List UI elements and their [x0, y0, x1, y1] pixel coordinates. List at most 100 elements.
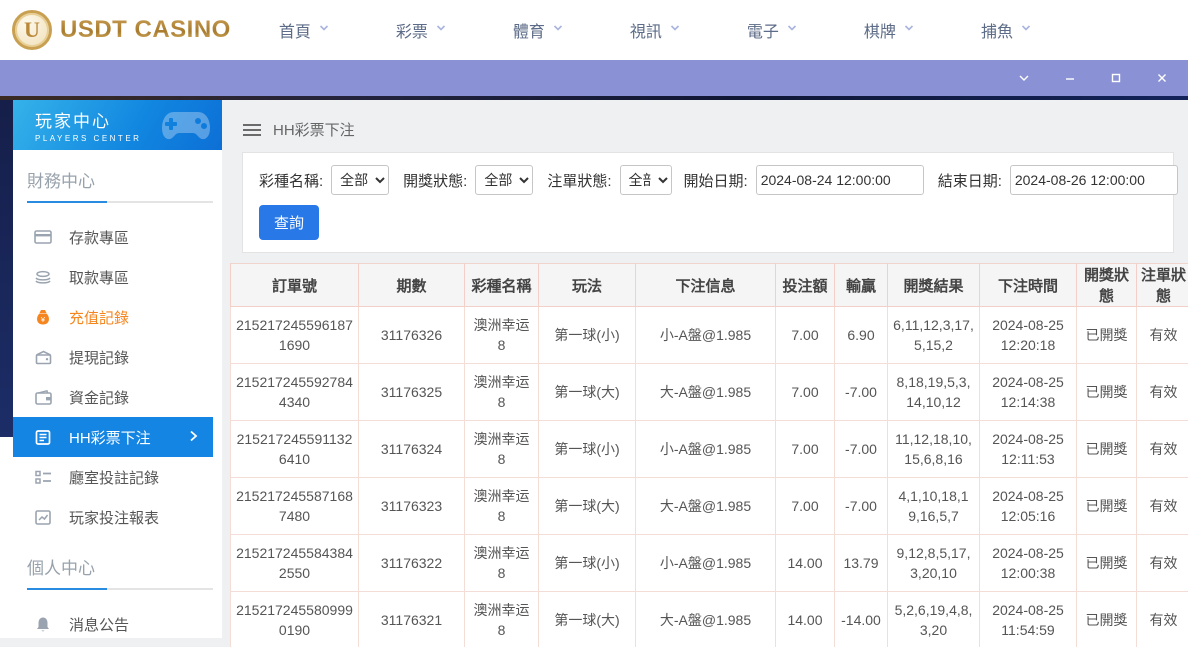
draw-status-label: 開獎狀態:: [403, 172, 468, 190]
nav-item-label: 棋牌: [863, 24, 896, 41]
column-header: 下注時間: [979, 263, 1077, 307]
table-cell: 第一球(小): [538, 534, 636, 592]
main-menu: 首頁 彩票 體育 視訊 電子 棋牌 捕魚: [279, 18, 1032, 42]
lottery-bets-icon: [34, 428, 52, 446]
table-cell: 31176322: [358, 534, 465, 592]
table-cell: 31176323: [358, 477, 465, 535]
table-cell: 11,12,18,10,15,6,8,16: [887, 420, 980, 478]
bet-status-select[interactable]: 全部: [619, 165, 672, 195]
nav-item-5[interactable]: 棋牌: [864, 18, 915, 42]
chevron-down-icon[interactable]: [1016, 70, 1032, 86]
table-cell: 已開獎: [1076, 534, 1137, 592]
sidebar-item-bell[interactable]: 消息公告: [13, 604, 213, 644]
nav-item-4[interactable]: 電子: [747, 18, 798, 42]
page-title: HH彩票下注: [273, 122, 355, 139]
report-icon: [34, 508, 52, 526]
sidebar-item-label: 廳室投註記錄: [69, 469, 160, 487]
table-cell: 5,2,6,19,4,8,3,20: [887, 591, 980, 647]
column-header: 開獎結果: [887, 263, 980, 307]
column-header: 期數: [358, 263, 465, 307]
nav-item-6[interactable]: 捕魚: [981, 18, 1032, 42]
column-header: 下注信息: [635, 263, 776, 307]
search-button[interactable]: 查詢: [259, 205, 320, 240]
column-header: 開獎狀態: [1076, 263, 1137, 307]
table-cell: 澳洲幸运8: [464, 363, 539, 421]
room-bets-icon: [34, 468, 52, 486]
table-cell: 2152172455927844340: [230, 363, 359, 421]
window-titlebar: [0, 60, 1188, 96]
maximize-icon[interactable]: [1108, 70, 1124, 86]
logo-badge-icon: U: [12, 10, 52, 50]
table-cell: 31176321: [358, 591, 465, 647]
sidebar-item-label: 存款專區: [69, 229, 130, 247]
start-date-input[interactable]: [755, 165, 924, 195]
table-cell: 大-A盤@1.985: [635, 363, 776, 421]
sidebar-item-lottery-bets[interactable]: HH彩票下注: [13, 417, 213, 457]
table-cell: 有效: [1136, 591, 1188, 647]
table-row: 2152172455871687480 31176323 澳洲幸运8 第一球(大) 大-…: [230, 477, 1188, 535]
chevron-down-icon: [903, 21, 915, 39]
minimize-icon[interactable]: [1062, 70, 1078, 86]
bets-table-container: 訂單號 期數 彩種名稱 玩法 下注信息 投注額 輸贏 開獎結果 下注時間 開獎狀態 注單狀態 215…: [230, 263, 1188, 647]
column-header: 輸贏: [834, 263, 888, 307]
sidebar-item-room-bets[interactable]: 廳室投註記錄: [13, 457, 213, 497]
sidebar-item-withdrawal-record[interactable]: 提現記錄: [13, 337, 213, 377]
table-cell: 第一球(大): [538, 363, 636, 421]
site-logo: U USDT CASINO: [12, 10, 231, 50]
end-date-input[interactable]: [1009, 165, 1178, 195]
table-cell: 第一球(小): [538, 306, 636, 364]
table-cell: 31176326: [358, 306, 465, 364]
table-cell: 6,11,12,3,17,5,15,2: [887, 306, 980, 364]
logo-text: USDT CASINO: [60, 16, 231, 43]
gamepad-icon: [160, 106, 212, 149]
sidebar-item-label: 提現記錄: [69, 349, 130, 367]
table-cell: 7.00: [775, 363, 835, 421]
hamburger-menu-icon[interactable]: [243, 123, 261, 136]
breadcrumb: HH彩票下注: [222, 100, 1188, 144]
chevron-down-icon: [786, 21, 798, 39]
nav-item-label: 捕魚: [980, 24, 1013, 41]
sidebar: 玩家中心 PLAYERS CENTER 財務中心 存款專區 取款專區 ¥ 充值記錄 提現記…: [0, 100, 222, 638]
sidebar-item-label: HH彩票下注: [69, 429, 151, 447]
lottery-name-select[interactable]: 全部: [331, 165, 390, 195]
table-cell: 2024-08-25 12:14:38: [979, 363, 1077, 421]
table-cell: 已開獎: [1076, 591, 1137, 647]
table-row: 2152172455843842550 31176322 澳洲幸运8 第一球(小) 小-…: [230, 534, 1188, 592]
table-cell: 第一球(大): [538, 477, 636, 535]
close-icon[interactable]: [1154, 70, 1170, 86]
filter-panel: 彩種名稱: 全部 開獎狀態: 全部 注單狀態: 全部 開始日期: 結束日期: 查…: [242, 152, 1178, 253]
main-content: HH彩票下注 彩種名稱: 全部 開獎狀態: 全部 注單狀態: 全部 開始日期: …: [222, 100, 1188, 647]
table-cell: 31176325: [358, 363, 465, 421]
nav-item-3[interactable]: 視訊: [630, 18, 681, 42]
sidebar-item-deposit[interactable]: 存款專區: [13, 217, 213, 257]
nav-item-0[interactable]: 首頁: [279, 18, 330, 42]
table-cell: 2152172455911326410: [230, 420, 359, 478]
draw-status-select[interactable]: 全部: [475, 165, 534, 195]
sidebar-item-report[interactable]: 玩家投注報表: [13, 497, 213, 537]
table-cell: 澳洲幸运8: [464, 420, 539, 478]
section-underline: [27, 588, 213, 590]
nav-item-label: 體育: [512, 24, 545, 41]
table-row: 2152172455809990190 31176321 澳洲幸运8 第一球(大) 大-…: [230, 591, 1188, 647]
table-cell: 有效: [1136, 306, 1188, 364]
nav-item-1[interactable]: 彩票: [396, 18, 447, 42]
nav-item-2[interactable]: 體育: [513, 18, 564, 42]
table-cell: 2152172455961871690: [230, 306, 359, 364]
start-date-label: 開始日期:: [683, 172, 748, 190]
lottery-name-label: 彩種名稱:: [259, 172, 324, 190]
sidebar-item-withdraw[interactable]: 取款專區: [13, 257, 213, 297]
table-cell: 已開獎: [1076, 363, 1137, 421]
nav-item-label: 彩票: [395, 24, 428, 41]
chevron-down-icon: [552, 21, 564, 39]
table-cell: 2024-08-25 11:54:59: [979, 591, 1077, 647]
table-cell: 小-A盤@1.985: [635, 534, 776, 592]
table-cell: 澳洲幸运8: [464, 477, 539, 535]
table-cell: 已開獎: [1076, 420, 1137, 478]
top-nav-bar: U USDT CASINO 首頁 彩票 體育 視訊 電子 棋牌 捕魚: [0, 0, 1188, 60]
sidebar-item-funds-record[interactable]: 資金記錄: [13, 377, 213, 417]
table-cell: 有效: [1136, 420, 1188, 478]
sidebar-item-label: 玩家投注報表: [69, 509, 160, 527]
table-row: 2152172455961871690 31176326 澳洲幸运8 第一球(小) 小-…: [230, 306, 1188, 364]
sidebar-section-title: 財務中心: [27, 172, 95, 191]
sidebar-item-recharge[interactable]: ¥ 充值記錄: [13, 297, 213, 337]
